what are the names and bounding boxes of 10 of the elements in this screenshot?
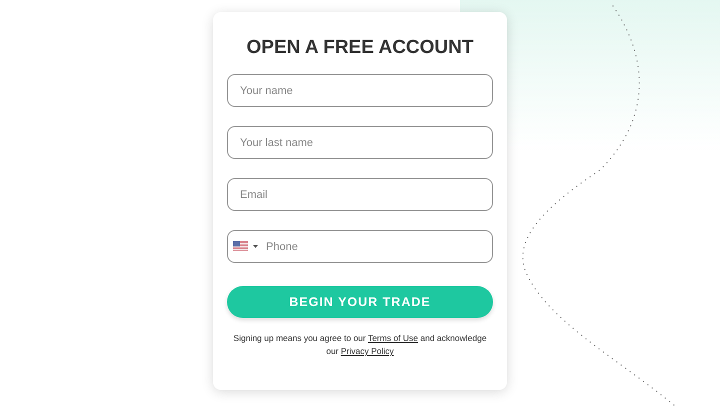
- privacy-link[interactable]: Privacy Policy: [340, 346, 394, 356]
- caret-icon[interactable]: [253, 245, 258, 248]
- input-field[interactable]: Your name: [227, 74, 493, 107]
- legal-text: Signing up means you agree to our Terms of Use and acknowledge our Privacy Policy: [232, 332, 488, 358]
- input-field[interactable]: Email: [227, 178, 493, 211]
- flag-icon: [233, 241, 248, 251]
- phone-field[interactable]: Phone: [227, 230, 493, 263]
- terms-link[interactable]: Terms of Use: [368, 333, 418, 343]
- form-title: OPEN A FREE ACCOUNT: [246, 36, 474, 60]
- input-field[interactable]: Your last name: [227, 126, 493, 159]
